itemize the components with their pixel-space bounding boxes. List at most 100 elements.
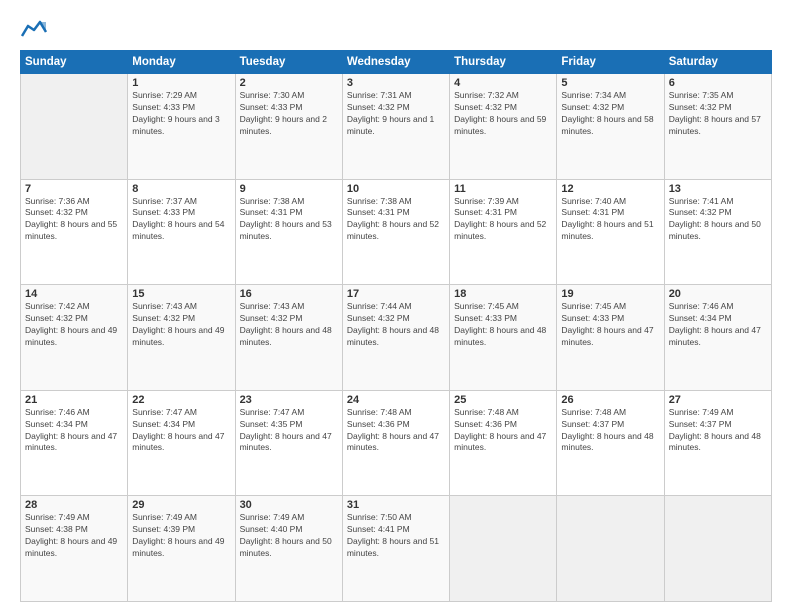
calendar-cell: 20Sunrise: 7:46 AMSunset: 4:34 PMDayligh…	[664, 285, 771, 391]
day-number: 21	[25, 394, 123, 406]
calendar-week-row: 28Sunrise: 7:49 AMSunset: 4:38 PMDayligh…	[21, 496, 772, 602]
cell-details: Sunrise: 7:32 AMSunset: 4:32 PMDaylight:…	[454, 90, 552, 138]
day-number: 23	[240, 394, 338, 406]
cell-details: Sunrise: 7:43 AMSunset: 4:32 PMDaylight:…	[240, 301, 338, 349]
day-number: 15	[132, 288, 230, 300]
day-number: 27	[669, 394, 767, 406]
day-number: 28	[25, 499, 123, 511]
cell-details: Sunrise: 7:48 AMSunset: 4:37 PMDaylight:…	[561, 407, 659, 455]
calendar-cell	[450, 496, 557, 602]
calendar-cell: 11Sunrise: 7:39 AMSunset: 4:31 PMDayligh…	[450, 179, 557, 285]
calendar-cell: 6Sunrise: 7:35 AMSunset: 4:32 PMDaylight…	[664, 74, 771, 180]
logo-icon	[20, 18, 48, 40]
cell-details: Sunrise: 7:36 AMSunset: 4:32 PMDaylight:…	[25, 196, 123, 244]
cell-details: Sunrise: 7:47 AMSunset: 4:35 PMDaylight:…	[240, 407, 338, 455]
day-number: 11	[454, 183, 552, 195]
cell-details: Sunrise: 7:35 AMSunset: 4:32 PMDaylight:…	[669, 90, 767, 138]
day-number: 4	[454, 77, 552, 89]
calendar-cell: 21Sunrise: 7:46 AMSunset: 4:34 PMDayligh…	[21, 390, 128, 496]
day-number: 12	[561, 183, 659, 195]
cell-details: Sunrise: 7:48 AMSunset: 4:36 PMDaylight:…	[347, 407, 445, 455]
calendar-cell: 28Sunrise: 7:49 AMSunset: 4:38 PMDayligh…	[21, 496, 128, 602]
calendar-cell: 13Sunrise: 7:41 AMSunset: 4:32 PMDayligh…	[664, 179, 771, 285]
day-number: 20	[669, 288, 767, 300]
calendar-table: SundayMondayTuesdayWednesdayThursdayFrid…	[20, 50, 772, 602]
day-number: 29	[132, 499, 230, 511]
calendar-week-row: 1Sunrise: 7:29 AMSunset: 4:33 PMDaylight…	[21, 74, 772, 180]
page: SundayMondayTuesdayWednesdayThursdayFrid…	[0, 0, 792, 612]
calendar-cell: 23Sunrise: 7:47 AMSunset: 4:35 PMDayligh…	[235, 390, 342, 496]
day-number: 16	[240, 288, 338, 300]
calendar-cell: 29Sunrise: 7:49 AMSunset: 4:39 PMDayligh…	[128, 496, 235, 602]
day-number: 22	[132, 394, 230, 406]
calendar-cell: 4Sunrise: 7:32 AMSunset: 4:32 PMDaylight…	[450, 74, 557, 180]
day-number: 3	[347, 77, 445, 89]
calendar-cell: 9Sunrise: 7:38 AMSunset: 4:31 PMDaylight…	[235, 179, 342, 285]
calendar-cell: 10Sunrise: 7:38 AMSunset: 4:31 PMDayligh…	[342, 179, 449, 285]
day-number: 17	[347, 288, 445, 300]
day-header-sunday: Sunday	[21, 51, 128, 74]
cell-details: Sunrise: 7:29 AMSunset: 4:33 PMDaylight:…	[132, 90, 230, 138]
calendar-cell	[21, 74, 128, 180]
calendar-cell: 2Sunrise: 7:30 AMSunset: 4:33 PMDaylight…	[235, 74, 342, 180]
day-number: 18	[454, 288, 552, 300]
cell-details: Sunrise: 7:44 AMSunset: 4:32 PMDaylight:…	[347, 301, 445, 349]
day-number: 9	[240, 183, 338, 195]
calendar-cell: 26Sunrise: 7:48 AMSunset: 4:37 PMDayligh…	[557, 390, 664, 496]
calendar-cell: 30Sunrise: 7:49 AMSunset: 4:40 PMDayligh…	[235, 496, 342, 602]
day-number: 10	[347, 183, 445, 195]
calendar-cell: 7Sunrise: 7:36 AMSunset: 4:32 PMDaylight…	[21, 179, 128, 285]
cell-details: Sunrise: 7:39 AMSunset: 4:31 PMDaylight:…	[454, 196, 552, 244]
cell-details: Sunrise: 7:42 AMSunset: 4:32 PMDaylight:…	[25, 301, 123, 349]
cell-details: Sunrise: 7:50 AMSunset: 4:41 PMDaylight:…	[347, 512, 445, 560]
calendar-cell: 3Sunrise: 7:31 AMSunset: 4:32 PMDaylight…	[342, 74, 449, 180]
day-number: 14	[25, 288, 123, 300]
day-number: 19	[561, 288, 659, 300]
calendar-cell: 8Sunrise: 7:37 AMSunset: 4:33 PMDaylight…	[128, 179, 235, 285]
calendar-cell: 24Sunrise: 7:48 AMSunset: 4:36 PMDayligh…	[342, 390, 449, 496]
cell-details: Sunrise: 7:46 AMSunset: 4:34 PMDaylight:…	[25, 407, 123, 455]
day-number: 25	[454, 394, 552, 406]
cell-details: Sunrise: 7:43 AMSunset: 4:32 PMDaylight:…	[132, 301, 230, 349]
calendar-cell: 17Sunrise: 7:44 AMSunset: 4:32 PMDayligh…	[342, 285, 449, 391]
cell-details: Sunrise: 7:48 AMSunset: 4:36 PMDaylight:…	[454, 407, 552, 455]
cell-details: Sunrise: 7:37 AMSunset: 4:33 PMDaylight:…	[132, 196, 230, 244]
calendar-week-row: 14Sunrise: 7:42 AMSunset: 4:32 PMDayligh…	[21, 285, 772, 391]
cell-details: Sunrise: 7:41 AMSunset: 4:32 PMDaylight:…	[669, 196, 767, 244]
day-header-tuesday: Tuesday	[235, 51, 342, 74]
calendar-cell: 5Sunrise: 7:34 AMSunset: 4:32 PMDaylight…	[557, 74, 664, 180]
day-number: 5	[561, 77, 659, 89]
calendar-header-row: SundayMondayTuesdayWednesdayThursdayFrid…	[21, 51, 772, 74]
cell-details: Sunrise: 7:49 AMSunset: 4:40 PMDaylight:…	[240, 512, 338, 560]
cell-details: Sunrise: 7:31 AMSunset: 4:32 PMDaylight:…	[347, 90, 445, 138]
day-number: 30	[240, 499, 338, 511]
cell-details: Sunrise: 7:45 AMSunset: 4:33 PMDaylight:…	[561, 301, 659, 349]
day-number: 8	[132, 183, 230, 195]
calendar-cell	[664, 496, 771, 602]
header	[20, 18, 772, 40]
cell-details: Sunrise: 7:30 AMSunset: 4:33 PMDaylight:…	[240, 90, 338, 138]
calendar-week-row: 21Sunrise: 7:46 AMSunset: 4:34 PMDayligh…	[21, 390, 772, 496]
day-number: 2	[240, 77, 338, 89]
calendar-cell: 19Sunrise: 7:45 AMSunset: 4:33 PMDayligh…	[557, 285, 664, 391]
cell-details: Sunrise: 7:34 AMSunset: 4:32 PMDaylight:…	[561, 90, 659, 138]
day-number: 26	[561, 394, 659, 406]
day-number: 31	[347, 499, 445, 511]
calendar-cell: 27Sunrise: 7:49 AMSunset: 4:37 PMDayligh…	[664, 390, 771, 496]
calendar-cell: 25Sunrise: 7:48 AMSunset: 4:36 PMDayligh…	[450, 390, 557, 496]
cell-details: Sunrise: 7:38 AMSunset: 4:31 PMDaylight:…	[347, 196, 445, 244]
day-header-wednesday: Wednesday	[342, 51, 449, 74]
calendar-cell: 31Sunrise: 7:50 AMSunset: 4:41 PMDayligh…	[342, 496, 449, 602]
cell-details: Sunrise: 7:49 AMSunset: 4:37 PMDaylight:…	[669, 407, 767, 455]
calendar-cell	[557, 496, 664, 602]
day-header-friday: Friday	[557, 51, 664, 74]
calendar-cell: 12Sunrise: 7:40 AMSunset: 4:31 PMDayligh…	[557, 179, 664, 285]
cell-details: Sunrise: 7:49 AMSunset: 4:39 PMDaylight:…	[132, 512, 230, 560]
cell-details: Sunrise: 7:45 AMSunset: 4:33 PMDaylight:…	[454, 301, 552, 349]
calendar-cell: 1Sunrise: 7:29 AMSunset: 4:33 PMDaylight…	[128, 74, 235, 180]
cell-details: Sunrise: 7:47 AMSunset: 4:34 PMDaylight:…	[132, 407, 230, 455]
day-header-monday: Monday	[128, 51, 235, 74]
calendar-cell: 14Sunrise: 7:42 AMSunset: 4:32 PMDayligh…	[21, 285, 128, 391]
day-header-saturday: Saturday	[664, 51, 771, 74]
day-number: 6	[669, 77, 767, 89]
